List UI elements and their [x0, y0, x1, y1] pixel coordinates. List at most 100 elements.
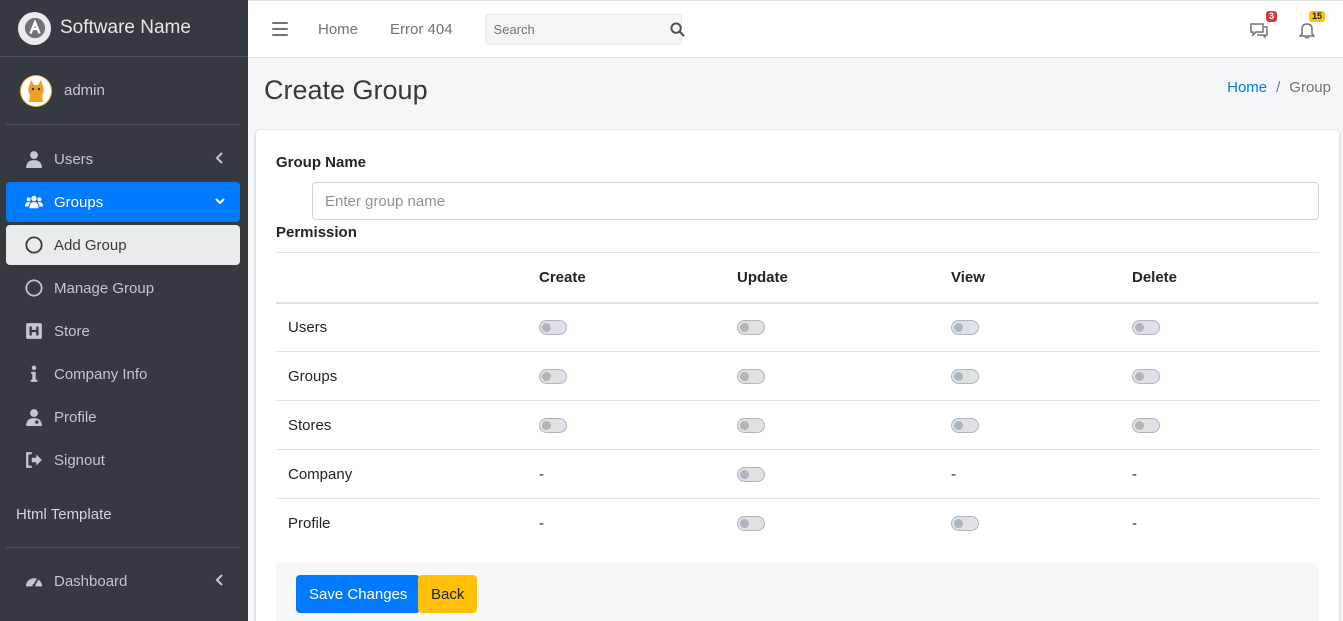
- permission-cell-update: [737, 302, 951, 352]
- sidebar-item-profile[interactable]: Profile: [6, 397, 240, 437]
- chevron-left-icon: [215, 574, 223, 586]
- permission-cell-update: [737, 499, 951, 548]
- column-header-module: [276, 252, 539, 304]
- table-row: Users: [276, 302, 1319, 352]
- permission-module-name: Stores: [276, 400, 539, 450]
- notifications-button[interactable]: 15: [1295, 10, 1325, 42]
- card-footer: Save Changes Back: [276, 563, 1319, 621]
- user-panel[interactable]: admin: [6, 57, 240, 125]
- breadcrumb-current: Group: [1289, 79, 1331, 96]
- permission-cell-delete: -: [1132, 499, 1319, 548]
- top-navbar: Home Error 404 3 15: [248, 0, 1343, 58]
- permission-toggle-update[interactable]: [737, 320, 765, 336]
- sidebar-item-label: Manage Group: [54, 279, 155, 297]
- brand-link[interactable]: Software Name: [0, 0, 248, 57]
- permission-label: Permission: [276, 224, 357, 241]
- back-button[interactable]: Back: [418, 575, 478, 613]
- sidebar-item-signout[interactable]: Signout: [6, 440, 240, 480]
- avatar: [20, 74, 52, 107]
- permission-toggle-view[interactable]: [951, 369, 979, 385]
- permission-toggle-update[interactable]: [737, 516, 765, 532]
- permission-cell-delete: [1132, 400, 1319, 450]
- sidebar-item-label: Users: [54, 150, 94, 168]
- sidebar-item-manage-group[interactable]: Manage Group: [6, 268, 240, 308]
- permission-unavailable: -: [1132, 514, 1137, 532]
- permission-table-body: Users Groups Stores Company - - - Profile - -: [276, 302, 1319, 548]
- permission-cell-view: [951, 400, 1132, 450]
- permission-cell-update: [737, 351, 951, 401]
- permission-cell-create: [539, 351, 737, 401]
- brand-logo-icon: [18, 11, 51, 45]
- messages-button[interactable]: 3: [1247, 10, 1277, 42]
- permission-cell-create: [539, 302, 737, 352]
- table-row: Groups: [276, 351, 1319, 401]
- permission-toggle-view[interactable]: [951, 516, 979, 532]
- circle-icon: [24, 235, 44, 255]
- content-header: Create Group Home / Group: [248, 58, 1343, 130]
- group-name-input[interactable]: [312, 182, 1319, 220]
- permission-toggle-view[interactable]: [951, 320, 979, 336]
- messages-badge: 3: [1265, 10, 1277, 22]
- users-icon: [24, 192, 44, 212]
- permission-toggle-create[interactable]: [539, 418, 567, 434]
- breadcrumb-separator: /: [1276, 79, 1281, 96]
- table-row: Company - - -: [276, 449, 1319, 499]
- permission-toggle-update[interactable]: [737, 467, 765, 483]
- permission-toggle-create[interactable]: [539, 369, 567, 385]
- permission-cell-delete: [1132, 351, 1319, 401]
- sidebar-item-label: Add Group: [54, 236, 127, 254]
- permission-toggle-delete[interactable]: [1132, 418, 1160, 434]
- column-header-update: Update: [737, 252, 951, 304]
- h-square-icon: [24, 321, 44, 341]
- sidebar-item-label: Company Info: [54, 365, 148, 383]
- permission-toggle-update[interactable]: [737, 369, 765, 385]
- sidebar-item-add-group[interactable]: Add Group: [6, 225, 240, 265]
- sidebar-item-store[interactable]: Store: [6, 311, 240, 351]
- sidebar-item-label: Signout: [54, 451, 105, 469]
- sidebar-divider: [6, 547, 240, 548]
- sidebar-item-dashboard[interactable]: Dashboard: [6, 561, 240, 601]
- permission-cell-update: [737, 449, 951, 499]
- permission-toggle-delete[interactable]: [1132, 320, 1160, 336]
- permission-cell-view: [951, 351, 1132, 401]
- sidebar-item-groups[interactable]: Groups: [6, 182, 240, 222]
- permission-cell-create: -: [539, 499, 737, 548]
- search-input[interactable]: [493, 21, 670, 37]
- permission-cell-delete: -: [1132, 449, 1319, 499]
- permission-module-name: Groups: [276, 351, 539, 401]
- nav-link-error-404[interactable]: Error 404: [390, 21, 453, 38]
- permission-toggle-view[interactable]: [951, 418, 979, 434]
- permission-unavailable: -: [951, 465, 956, 483]
- permission-toggle-create[interactable]: [539, 320, 567, 336]
- comments-icon: [1250, 22, 1268, 39]
- chevron-left-icon: [215, 152, 223, 164]
- user-doctor-icon: [24, 407, 44, 427]
- permission-toggle-delete[interactable]: [1132, 369, 1160, 385]
- save-changes-button[interactable]: Save Changes: [296, 575, 421, 613]
- permission-cell-update: [737, 400, 951, 450]
- sidebar-item-users[interactable]: Users: [6, 139, 240, 179]
- permission-unavailable: -: [539, 514, 544, 532]
- column-header-view: View: [951, 252, 1132, 304]
- table-row: Profile - -: [276, 499, 1319, 548]
- sidebar-item-company-info[interactable]: Company Info: [6, 354, 240, 394]
- sidebar-header-html-template: Html Template: [16, 505, 112, 523]
- breadcrumb: Home / Group: [1227, 79, 1331, 96]
- permission-cell-view: [951, 499, 1132, 548]
- search-icon: [670, 21, 685, 37]
- hamburger-menu-icon[interactable]: [272, 22, 288, 36]
- bell-icon: [1299, 22, 1315, 39]
- permission-module-name: Profile: [288, 514, 331, 532]
- permission-cell-view: -: [951, 449, 1132, 499]
- permission-unavailable: -: [539, 465, 544, 483]
- permission-cell-delete: [1132, 302, 1319, 352]
- nav-link-home[interactable]: Home: [318, 21, 358, 38]
- info-icon: [24, 364, 44, 384]
- search-button[interactable]: [670, 15, 685, 44]
- sidebar-nav: Users Groups Add Group Manage Group Stor…: [0, 125, 248, 534]
- permission-cell-create: [539, 400, 737, 450]
- group-name-label: Group Name: [276, 154, 367, 171]
- permission-toggle-update[interactable]: [737, 418, 765, 434]
- permission-module-name: Users: [276, 302, 539, 352]
- breadcrumb-home[interactable]: Home: [1227, 79, 1267, 96]
